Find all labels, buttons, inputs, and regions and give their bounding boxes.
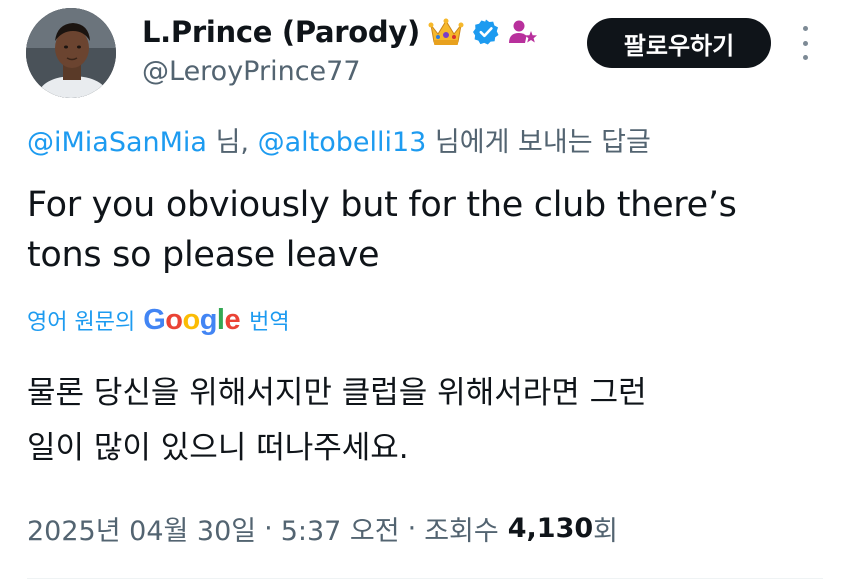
reply-suffix: 님에게 보내는 답글 xyxy=(426,127,651,158)
views-count: 4,130 xyxy=(507,512,594,544)
author-display-name[interactable]: L.Prince (Parody) xyxy=(142,15,420,49)
views-suffix: 회 xyxy=(593,515,618,547)
affiliate-person-star-icon[interactable] xyxy=(508,18,538,46)
tweet-meta: 2025년 04월 30일 · 5:37 오전 · 조회수 4,130 회 xyxy=(27,506,618,550)
reply-joiner: 님, xyxy=(206,127,258,158)
follow-button[interactable]: 팔로우하기 xyxy=(587,18,771,68)
more-dot xyxy=(802,26,808,31)
tweet-text: For you obviously but for the club there… xyxy=(27,180,827,280)
tweet-text-line: tons so please leave xyxy=(27,235,380,275)
divider xyxy=(27,578,823,579)
translated-text: 물론 당신을 위해서지만 클럽을 위해서라면 그런 일이 많이 있으니 떠나주세… xyxy=(27,366,827,476)
google-logo: Google xyxy=(143,303,241,336)
meta-separator: · xyxy=(264,512,273,544)
reply-mention-link[interactable]: @iMiaSanMia xyxy=(27,127,207,158)
more-dot xyxy=(802,55,808,60)
tweet-text-line: For you obviously but for the club there… xyxy=(27,185,737,225)
tweet-time[interactable]: 5:37 오전 xyxy=(281,509,400,548)
author-handle[interactable]: @LeroyPrince77 xyxy=(142,56,361,87)
translation-suffix: 번역 xyxy=(249,310,290,335)
views-prefix: 조회수 xyxy=(424,515,499,547)
translated-text-line: 물론 당신을 위해서지만 클럽을 위해서라면 그런 xyxy=(27,375,647,411)
translation-prefix: 영어 원문의 xyxy=(27,310,136,335)
reply-mention-link[interactable]: @altobelli13 xyxy=(258,127,427,158)
translation-attribution: 영어 원문의 Google 번역 xyxy=(27,300,290,340)
tweet-date[interactable]: 2025년 04월 30일 xyxy=(27,509,256,548)
author-name-row: L.Prince (Parody) xyxy=(142,12,538,52)
meta-separator: · xyxy=(407,512,417,544)
more-dot xyxy=(802,40,808,46)
reply-context: @iMiaSanMia 님, @altobelli13 님에게 보내는 답글 xyxy=(27,120,651,159)
avatar-image xyxy=(26,8,116,98)
verified-badge-icon[interactable] xyxy=(472,18,500,46)
crown-icon xyxy=(428,17,464,47)
avatar[interactable] xyxy=(26,8,116,98)
more-vertical-icon[interactable] xyxy=(798,26,812,60)
translated-text-line: 일이 많이 있으니 떠나주세요. xyxy=(27,430,409,466)
